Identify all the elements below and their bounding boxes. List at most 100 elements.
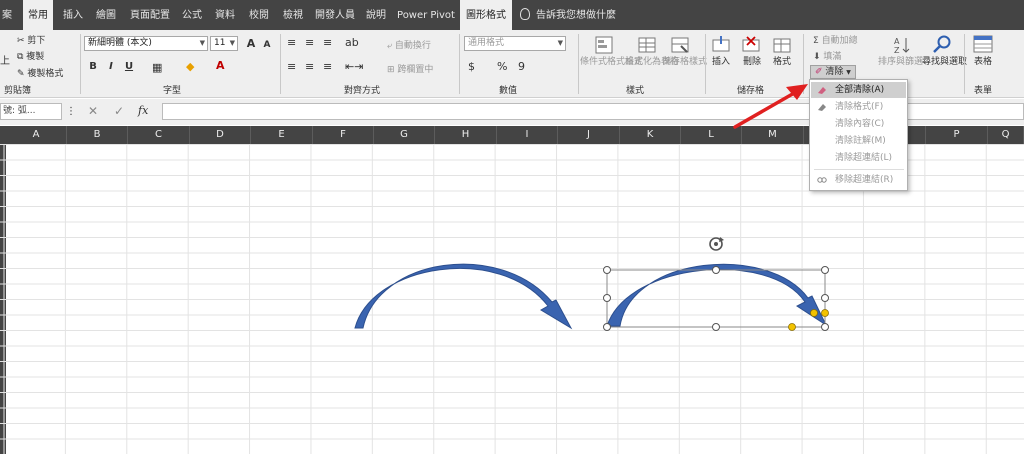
wrap-text-button[interactable]: ⤶ 自動換行 (387, 38, 431, 51)
underline-button[interactable]: U (122, 60, 136, 74)
format-painter-button[interactable]: ✎ 複製格式 (17, 66, 63, 79)
column-header-c[interactable]: C (128, 126, 190, 144)
find-select-label: 尋找與選取 (922, 57, 968, 67)
column-header-p[interactable]: P (926, 126, 988, 144)
orientation-icon[interactable]: ab (345, 36, 359, 49)
comma-button[interactable]: 9 (518, 60, 525, 73)
enter-icon[interactable]: ✓ (114, 104, 124, 118)
column-header-h[interactable]: H (435, 126, 497, 144)
copy-label: 複製 (26, 52, 45, 62)
wrap-text-label: 自動換行 (394, 41, 431, 51)
cut-button[interactable]: ✂ 剪下 (17, 33, 45, 46)
font-color-icon[interactable]: A (216, 59, 225, 72)
tab-file[interactable]: 案 (0, 0, 14, 30)
percent-button[interactable]: % (497, 60, 507, 73)
group-label-font: 字型 (163, 86, 182, 96)
autosum-button[interactable]: Σ 自動加總 (813, 33, 858, 46)
tab-insert[interactable]: 插入 (58, 0, 88, 30)
magnifier-icon[interactable] (932, 34, 952, 54)
menu-item-remove-hyperlinks[interactable]: 移除超連結(R) (811, 172, 906, 188)
cell-styles-icon[interactable] (670, 35, 690, 55)
tell-me-box[interactable]: 告訴我您想做什麼 (520, 0, 630, 30)
copy-icon: ⧉ (17, 52, 27, 62)
conditional-format-label: 條件式格式設定 (580, 57, 644, 67)
clear-label: 清除 (825, 67, 844, 77)
align-center-icon[interactable]: ≡ (305, 60, 314, 73)
column-header-e[interactable]: E (251, 126, 313, 144)
column-header-a[interactable]: A (6, 126, 67, 144)
clear-dropdown-menu: 全部清除(A) 清除格式(F) 清除內容(C) 清除註解(M) 清除超連結(L)… (809, 79, 908, 191)
copy-button[interactable]: ⧉ 複製 (17, 49, 44, 62)
align-middle-icon[interactable]: ≡ (305, 36, 314, 49)
number-format-combo[interactable]: 通用格式 ▼ (464, 36, 566, 51)
menu-item-clear-formats[interactable]: 清除格式(F) (811, 99, 906, 115)
clear-formats-icon (818, 104, 826, 111)
form-table-icon[interactable] (973, 34, 993, 54)
column-header-q[interactable]: Q (988, 126, 1024, 144)
menu-item-label: 清除內容(C) (835, 119, 885, 129)
column-header-b[interactable]: B (67, 126, 128, 144)
tab-help[interactable]: 說明 (363, 0, 389, 30)
cancel-icon[interactable]: ✕ (88, 104, 98, 118)
align-top-icon[interactable]: ≡ (287, 36, 296, 49)
font-name-combo[interactable]: 新細明體 (本文) ▼ (84, 36, 208, 51)
tell-me-text: 告訴我您想做什麼 (536, 10, 616, 21)
column-header-g[interactable]: G (374, 126, 435, 144)
shrink-font-button[interactable]: A (260, 38, 274, 52)
tab-data[interactable]: 資料 (211, 0, 239, 30)
column-header-m[interactable]: M (742, 126, 804, 144)
font-name-value: 新細明體 (本文) (88, 38, 152, 48)
group-divider (705, 34, 706, 94)
tab-page-layout[interactable]: 頁面配置 (127, 0, 173, 30)
column-header-j[interactable]: J (558, 126, 620, 144)
column-header-l[interactable]: L (681, 126, 742, 144)
column-header-d[interactable]: D (190, 126, 251, 144)
more-options-icon[interactable]: ⋮ (66, 106, 76, 117)
clear-button[interactable]: ✐ 清除 ▼ (810, 65, 856, 79)
italic-button[interactable]: I (104, 60, 118, 74)
fill-color-icon[interactable]: ◆ (186, 60, 194, 73)
tab-draw[interactable]: 繪圖 (91, 0, 121, 30)
border-icon[interactable]: ▦ (152, 61, 162, 74)
tab-power-pivot[interactable]: Power Pivot (395, 0, 457, 30)
form-table-label: 表格 (973, 57, 992, 67)
name-box[interactable]: 號: 弧... (0, 103, 62, 120)
ribbon-tab-bar: 案 常用 插入 繪圖 頁面配置 公式 資料 校閱 檢視 開發人員 說明 Powe… (0, 0, 1024, 30)
indent-icon[interactable]: ⇤⇥ (345, 60, 363, 73)
column-header-f[interactable]: F (313, 126, 374, 144)
conditional-format-icon[interactable] (594, 35, 614, 55)
group-divider (459, 34, 460, 94)
tab-shape-format[interactable]: 圖形格式 (460, 0, 512, 30)
tab-home[interactable]: 常用 (23, 0, 53, 30)
format-cells-icon[interactable] (772, 35, 792, 55)
align-bottom-icon[interactable]: ≡ (323, 36, 332, 49)
merge-center-button[interactable]: ⊞ 跨欄置中 (387, 62, 433, 75)
group-divider (280, 34, 281, 94)
delete-cells-icon[interactable] (741, 35, 761, 55)
paste-button-label[interactable]: 上 (0, 52, 10, 67)
fill-button[interactable]: ⬇ 填滿 (813, 49, 841, 62)
menu-item-clear-comments[interactable]: 清除註解(M) (811, 133, 906, 149)
insert-cells-icon[interactable] (711, 35, 731, 55)
column-header-k[interactable]: K (620, 126, 681, 144)
sort-filter-icon[interactable]: AZ (893, 35, 913, 55)
bold-button[interactable]: B (86, 60, 100, 74)
format-table-icon[interactable] (637, 35, 657, 55)
tab-developer[interactable]: 開發人員 (312, 0, 358, 30)
insert-function-button[interactable]: fx (138, 104, 148, 117)
grow-font-button[interactable]: A (244, 37, 258, 51)
chevron-down-icon: ▼ (199, 39, 205, 47)
align-right-icon[interactable]: ≡ (323, 60, 332, 73)
tab-view[interactable]: 檢視 (279, 0, 307, 30)
eraser-icon: ✐ (815, 67, 826, 77)
menu-item-clear-all[interactable]: 全部清除(A) (811, 82, 906, 98)
tab-formulas[interactable]: 公式 (178, 0, 206, 30)
tab-review[interactable]: 校閱 (245, 0, 273, 30)
menu-item-clear-hyperlinks[interactable]: 清除超連結(L) (811, 150, 906, 166)
menu-item-clear-contents[interactable]: 清除內容(C) (811, 116, 906, 132)
currency-button[interactable]: $ (468, 60, 475, 73)
font-size-combo[interactable]: 11 ▼ (210, 36, 238, 51)
column-header-i[interactable]: I (497, 126, 558, 144)
align-left-icon[interactable]: ≡ (287, 60, 296, 73)
group-label-cells: 儲存格 (737, 86, 765, 96)
